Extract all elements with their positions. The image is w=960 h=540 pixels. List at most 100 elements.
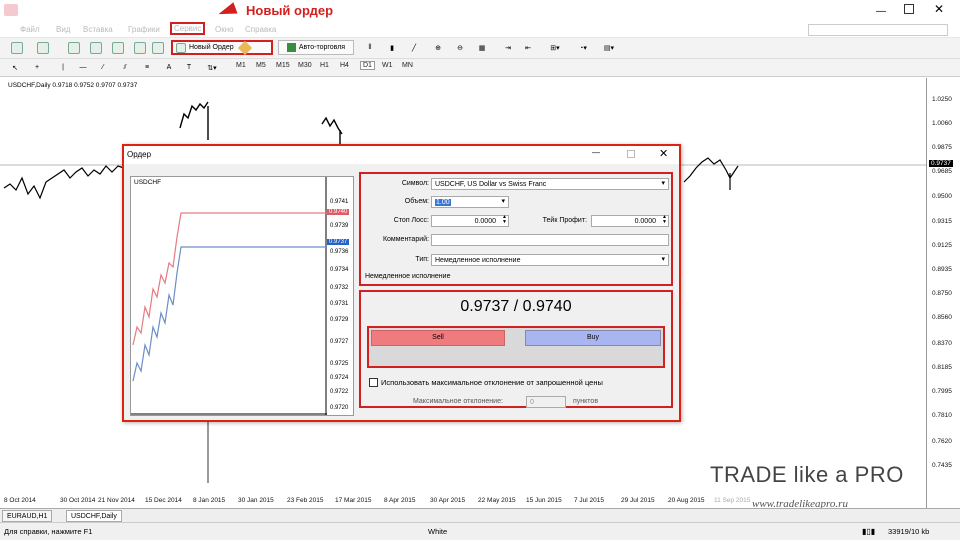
menu-file[interactable]: Файл — [20, 25, 40, 34]
annotation-arrow — [216, 2, 238, 20]
autoscroll-button[interactable]: ⇥ — [500, 40, 516, 55]
volume-input[interactable]: 1.00 ▾ — [431, 196, 509, 208]
templates-button[interactable]: ▤▾ — [598, 40, 620, 55]
timeframe-m5[interactable]: M5 — [256, 62, 266, 69]
deviation-checkbox[interactable] — [369, 378, 378, 387]
price-tick: 0.7810 — [932, 412, 952, 419]
dialog-minimize-button[interactable]: — — [592, 148, 600, 157]
new-order-button[interactable]: Новый Ордер — [171, 40, 273, 55]
shift-button[interactable]: ⇤ — [520, 40, 536, 55]
date-tick: 20 Aug 2015 — [668, 497, 705, 504]
zoom-in-button[interactable]: ⊕ — [430, 40, 446, 55]
price-tick: 0.8750 — [932, 290, 952, 297]
tab-euraud[interactable]: EURAUD,H1 — [2, 510, 53, 522]
arrows-button[interactable]: ⇅▾ — [202, 60, 222, 75]
timeframe-w1[interactable]: W1 — [382, 62, 393, 69]
market-watch-button[interactable] — [66, 40, 82, 55]
timeframe-m15[interactable]: M15 — [276, 62, 290, 69]
price-tick: 0.8560 — [932, 314, 952, 321]
candles-icon: ▮ — [390, 44, 394, 52]
indicators-button[interactable]: ⊞▾ — [544, 40, 566, 55]
timeframe-h1[interactable]: H1 — [320, 62, 329, 69]
timeframe-m30[interactable]: M30 — [298, 62, 312, 69]
date-tick: 11 Sep 2015 — [714, 497, 751, 504]
mini-tick: 0.9722 — [330, 389, 349, 395]
take-profit-spinner[interactable]: ▲ ▼ — [662, 215, 667, 225]
mini-tick: 0.9736 — [330, 249, 349, 255]
price-tick: 0.9875 — [932, 144, 952, 151]
market-watch-icon — [68, 41, 80, 54]
close-button[interactable]: ✕ — [934, 2, 944, 16]
new-chart-button[interactable] — [6, 40, 28, 55]
date-tick: 15 Jun 2015 — [526, 497, 562, 504]
channel-button[interactable]: ⫽ — [118, 60, 132, 75]
label-button[interactable]: T — [182, 60, 196, 75]
menu-insert[interactable]: Вставка — [83, 25, 113, 34]
date-tick: 22 May 2015 — [478, 497, 516, 504]
deviation-input[interactable]: 0 — [526, 396, 566, 408]
line-chart-button[interactable]: ╱ — [406, 40, 422, 55]
horizontal-line-icon: — — [79, 64, 87, 71]
tile-button[interactable]: ▦ — [474, 40, 490, 55]
stop-loss-spinner[interactable]: ▲ ▼ — [502, 215, 507, 225]
timeframe-h4[interactable]: H4 — [340, 62, 349, 69]
dialog-maximize-button[interactable] — [627, 150, 635, 158]
price-tick: 0.8185 — [932, 364, 952, 371]
fibo-button[interactable]: ≡ — [140, 60, 154, 75]
periods-button[interactable]: ◔▾ — [572, 40, 594, 55]
mini-tick: 0.9724 — [330, 375, 349, 381]
vertical-line-icon: | — [62, 64, 64, 71]
timeframe-mn[interactable]: MN — [402, 62, 413, 69]
sell-button[interactable]: Sell — [371, 330, 505, 346]
menu-view[interactable]: Вид — [56, 25, 70, 34]
candles-left — [3, 165, 125, 200]
menu-help[interactable]: Справка — [245, 25, 276, 34]
buy-button[interactable]: Buy — [525, 330, 661, 346]
terminal-button[interactable] — [132, 40, 148, 55]
vline-button[interactable]: | — [56, 60, 70, 75]
comment-input[interactable] — [431, 234, 669, 246]
text-button[interactable]: A — [162, 60, 176, 75]
profiles-button[interactable] — [32, 40, 54, 55]
date-tick: 8 Jan 2015 — [193, 497, 226, 504]
crosshair-button[interactable]: + — [30, 60, 44, 75]
price-tick: 0.9125 — [932, 242, 952, 249]
maximize-button[interactable] — [904, 4, 914, 14]
trendline-button[interactable]: ⁄ — [96, 60, 110, 75]
hline-button[interactable]: — — [76, 60, 90, 75]
dialog-close-button[interactable]: ✕ — [659, 147, 668, 160]
data-window-button[interactable] — [110, 40, 126, 55]
chevron-down-icon: ▾ — [661, 180, 665, 187]
price-tick: 1.0250 — [932, 96, 952, 103]
bar-chart-button[interactable]: ⫴ — [362, 40, 378, 55]
status-bar: Для справки, нажмите F1 White ▮▯▮ 33919/… — [0, 522, 960, 540]
profile-icon — [37, 41, 49, 54]
tab-usdchf[interactable]: USDCHF,Daily — [66, 510, 122, 522]
mini-tick: 0.9720 — [330, 405, 349, 411]
menu-charts[interactable]: Графики — [128, 25, 160, 34]
menu-window[interactable]: Окно — [215, 25, 234, 34]
mini-tick: 0.9734 — [330, 267, 349, 273]
auto-trading-button[interactable]: Авто-торговля — [278, 40, 354, 55]
tester-button[interactable] — [150, 40, 166, 55]
search-input[interactable] — [808, 24, 948, 36]
candles-button[interactable]: ▮ — [384, 40, 400, 55]
text-icon: A — [166, 64, 172, 71]
minimize-button[interactable]: — — [876, 6, 886, 17]
stop-loss-input[interactable]: 0.0000 ▲ ▼ — [431, 215, 509, 227]
date-tick: 17 Mar 2015 — [335, 497, 372, 504]
symbol-select[interactable]: USDCHF, US Dollar vs Swiss Franc ▾ — [431, 178, 669, 190]
mini-tick: 0.9729 — [330, 317, 349, 323]
terminal-icon — [134, 41, 146, 54]
timeframe-d1[interactable]: D1 — [360, 61, 375, 70]
status-signal-icon: ▮▯▮ — [862, 527, 876, 536]
type-select[interactable]: Немедленное исполнение ▾ — [431, 254, 669, 266]
arrows-icon: ⇅▾ — [207, 64, 217, 72]
zoom-out-button[interactable]: ⊖ — [452, 40, 468, 55]
execution-caption: Немедленное исполнение — [365, 273, 451, 280]
cursor-button[interactable]: ↖ — [8, 60, 22, 75]
navigator-button[interactable] — [88, 40, 104, 55]
timeframe-m1[interactable]: M1 — [236, 62, 246, 69]
menu-service[interactable]: Сервис — [170, 22, 206, 35]
take-profit-input[interactable]: 0.0000 ▲ ▼ — [591, 215, 669, 227]
